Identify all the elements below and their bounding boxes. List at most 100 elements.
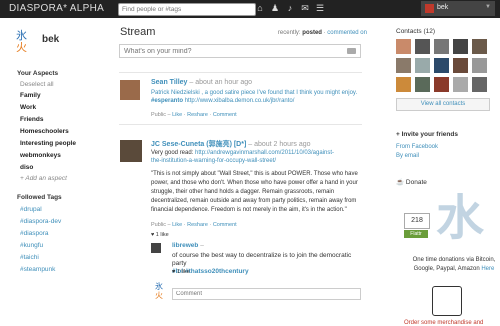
stream-sort: recently: posted · commented on: [278, 30, 367, 36]
post-time[interactable]: – about 2 hours ago: [248, 141, 310, 148]
aspect-item[interactable]: Homeschoolers: [20, 128, 69, 135]
heart-icon: ♥: [151, 232, 155, 238]
mail-icon[interactable]: ✉: [300, 3, 310, 13]
user-menu[interactable]: bek ▼: [421, 1, 495, 16]
divider: [119, 124, 362, 125]
tag-item[interactable]: #steampunk: [20, 266, 55, 273]
post-actions: Public – Like · Reshare · Comment: [151, 222, 237, 228]
contact-avatar[interactable]: [396, 77, 411, 92]
contact-avatar[interactable]: [472, 39, 487, 54]
page-title: Stream: [120, 26, 156, 38]
sort-label: recently:: [277, 30, 301, 36]
contact-avatar[interactable]: [434, 58, 449, 73]
tshirt-image[interactable]: [432, 286, 462, 316]
aspect-item[interactable]: Work: [20, 104, 36, 111]
contact-avatar[interactable]: [453, 58, 468, 73]
post-link[interactable]: http://andrewgavinmarshall.com/2011/10/0…: [195, 150, 334, 156]
aspect-item[interactable]: Interesting people: [20, 140, 76, 147]
author-link[interactable]: JC Sese-Cuneta (郭施亮) [D*]: [151, 141, 246, 148]
comment-input[interactable]: [172, 288, 361, 300]
hashtag-link[interactable]: #esperanto: [151, 98, 183, 104]
profile-avatar[interactable]: 氷火: [16, 30, 36, 56]
heart-icon: ♥: [172, 269, 176, 275]
post-link[interactable]: the-institution-a-warning-for-occupy-wal…: [151, 158, 276, 164]
contact-avatar[interactable]: [453, 77, 468, 92]
aspect-item[interactable]: webmonkeys: [20, 152, 61, 159]
contacts-icon[interactable]: ☰: [315, 3, 325, 13]
add-aspect-link[interactable]: + Add an aspect: [20, 175, 67, 182]
commenter-link[interactable]: libreweb: [172, 242, 198, 249]
contact-avatar[interactable]: [415, 77, 430, 92]
contact-avatar[interactable]: [415, 58, 430, 73]
post-body: Patrick Niedzielski , a good satire piec…: [151, 89, 361, 105]
contact-avatar[interactable]: [396, 39, 411, 54]
profile-name[interactable]: bek: [42, 34, 59, 45]
post-body: Very good read: http://andrewgavinmarsha…: [151, 149, 361, 165]
contact-avatar[interactable]: [415, 39, 430, 54]
sort-commented[interactable]: commented on: [327, 30, 367, 36]
contact-avatar[interactable]: [472, 77, 487, 92]
tag-item[interactable]: #drupal: [20, 206, 42, 213]
author-link[interactable]: Sean Tilley: [151, 79, 187, 86]
watermark-logo: 水: [436, 192, 485, 245]
view-all-contacts-button[interactable]: View all contacts: [396, 98, 490, 111]
post-actions: Public – Like · Reshare · Comment: [151, 112, 237, 118]
post-time[interactable]: – about an hour ago: [189, 79, 252, 86]
search-input[interactable]: [118, 3, 256, 16]
contact-avatar[interactable]: [434, 77, 449, 92]
donate-title: Donate: [405, 179, 427, 186]
home-icon[interactable]: ⌂: [255, 3, 265, 13]
people-icon[interactable]: ♟: [270, 3, 280, 13]
stream-column: Stream recently: posted · commented on S…: [115, 18, 367, 314]
plus-icon: +: [396, 131, 400, 138]
top-bar: DIASPORA* ALPHA ⌂ ♟ ♪ ✉ ☰ bek ▼: [0, 0, 500, 18]
contacts-heading[interactable]: Contacts (12): [396, 28, 435, 35]
aspect-item[interactable]: Friends: [20, 116, 43, 123]
separator: ·: [183, 222, 186, 228]
aspect-item[interactable]: diso: [20, 164, 33, 171]
comment-button[interactable]: Comment: [213, 222, 237, 228]
camera-icon[interactable]: [347, 48, 356, 54]
dash: –: [200, 242, 204, 249]
likes-count[interactable]: ♥ 1 like: [151, 232, 169, 238]
invite-facebook-link[interactable]: From Facebook: [396, 144, 438, 150]
reshare-button[interactable]: Reshare: [187, 222, 208, 228]
contact-avatar[interactable]: [453, 39, 468, 54]
donate-here-link[interactable]: Here: [481, 266, 494, 272]
contact-avatar[interactable]: [472, 58, 487, 73]
invite-email-link[interactable]: By email: [396, 153, 419, 159]
my-avatar: 氷火: [155, 282, 163, 300]
like-button[interactable]: Like: [172, 222, 182, 228]
sort-separator: ·: [323, 30, 326, 36]
visibility-label: Public –: [151, 222, 171, 228]
tag-item[interactable]: #diaspora: [20, 230, 49, 237]
post-link[interactable]: http://www.xibalba.demon.co.uk/jbr/ranto…: [185, 98, 295, 104]
like-button[interactable]: Like: [172, 112, 182, 118]
post-author: Sean Tilley – about an hour ago: [151, 79, 252, 86]
contact-avatar[interactable]: [396, 58, 411, 73]
user-menu-name: bek: [437, 4, 449, 11]
flattr-button[interactable]: Flattr: [404, 230, 428, 238]
brand-logo[interactable]: DIASPORA* ALPHA: [9, 3, 104, 14]
aspect-item[interactable]: Family: [20, 92, 41, 99]
avatar[interactable]: [120, 80, 140, 100]
deselect-all-link[interactable]: Deselect all: [20, 81, 54, 88]
publisher-input[interactable]: [119, 44, 361, 58]
tag-item[interactable]: #kungfu: [20, 242, 43, 249]
invite-title: Invite your friends: [401, 131, 458, 138]
merchandise-text[interactable]: Order some merchandise and: [404, 320, 483, 326]
left-sidebar: 氷火 bek Your Aspects Deselect all Family …: [0, 18, 108, 314]
post-text: Very good read:: [151, 150, 194, 156]
comment-likes[interactable]: ♥ 1 like: [172, 269, 190, 275]
tag-item[interactable]: #taichi: [20, 254, 39, 261]
comment-button[interactable]: Comment: [213, 112, 237, 118]
invite-heading: + Invite your friends: [396, 131, 458, 138]
avatar[interactable]: [120, 140, 142, 162]
tag-item[interactable]: #diaspora-dev: [20, 218, 61, 225]
bell-icon[interactable]: ♪: [285, 3, 295, 13]
quote-line: financial dependence. Freedom is not mer…: [151, 207, 347, 213]
sort-posted[interactable]: posted: [302, 30, 322, 36]
contact-avatar[interactable]: [434, 39, 449, 54]
reshare-button[interactable]: Reshare: [187, 112, 208, 118]
commenter-avatar[interactable]: [151, 243, 161, 253]
